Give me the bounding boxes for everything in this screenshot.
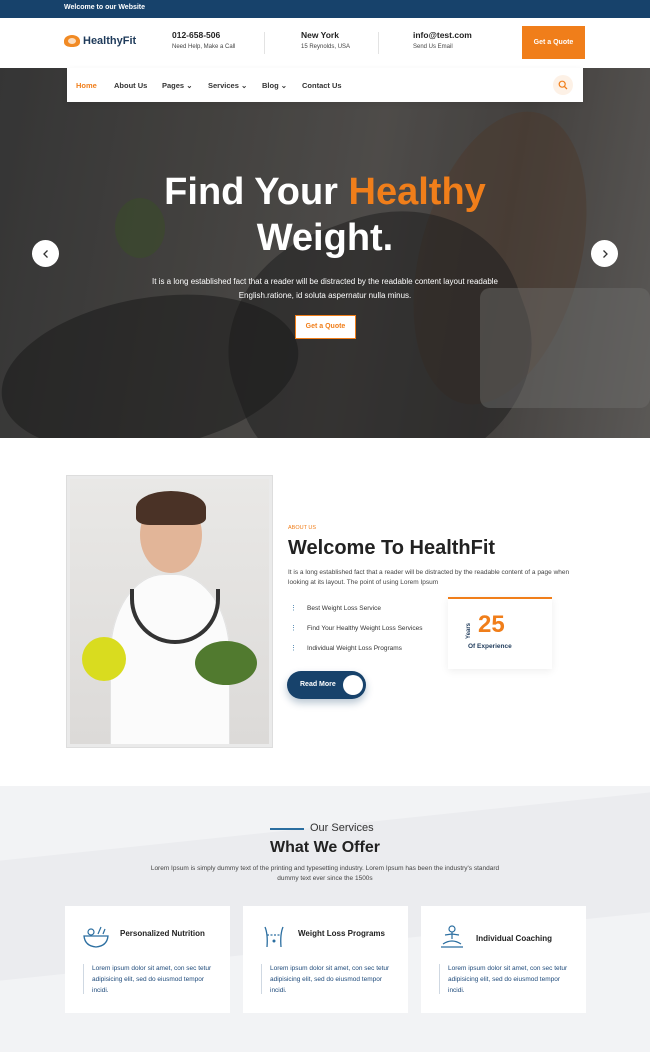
toggle-knob-icon — [343, 675, 363, 695]
service-card-text: Lorem ipsum dolor sit amet, con sec tetu… — [448, 965, 568, 994]
hero-title-line2: Weight. — [256, 217, 394, 259]
read-more-button[interactable]: Read More — [287, 671, 366, 699]
service-card[interactable]: Weight Loss Programs Lorem ipsum dolor s… — [243, 906, 408, 1013]
service-card-text: Lorem ipsum dolor sit amet, con sec tetu… — [92, 965, 212, 994]
nav-item-pages[interactable]: Pages ⌄ — [162, 81, 193, 90]
nutrition-icon — [83, 926, 109, 948]
services-tag: Our Services — [310, 822, 374, 834]
hero-title-line1: Find Your Healthy — [0, 170, 650, 214]
next-slide-button[interactable] — [591, 240, 618, 267]
chevron-down-icon: ⌄ — [280, 81, 288, 90]
divider — [378, 32, 379, 54]
hero-text: It is a long established fact that a rea… — [152, 277, 498, 300]
nav-item-home[interactable]: Home — [76, 81, 97, 90]
hero-quote-button[interactable]: Get a Quote — [295, 315, 356, 339]
topbar: Welcome to our Website — [0, 0, 650, 18]
services-text: Lorem Ipsum is simply dummy text of the … — [150, 865, 500, 882]
divider — [264, 32, 265, 54]
welcome-text: Welcome to our Website — [64, 4, 146, 11]
feature-label: Individual Weight Loss Programs — [307, 645, 402, 652]
feature-label: Best Weight Loss Service — [307, 605, 381, 612]
service-card-title: Personalized Nutrition — [120, 929, 205, 938]
about-title: Welcome To HealthFit — [288, 537, 496, 559]
coaching-icon — [441, 925, 463, 948]
email-caption: Send Us Email — [413, 44, 453, 50]
services-tag-line — [270, 828, 304, 830]
about-text: It is a long established fact that a rea… — [288, 569, 570, 586]
weight-loss-icon — [264, 926, 284, 948]
chevron-down-icon: ⌄ — [186, 81, 193, 90]
experience-years-label: Years — [466, 622, 472, 639]
chevron-down-icon: ⌄ — [240, 81, 248, 90]
doctor-hair — [136, 491, 206, 525]
service-card[interactable]: Personalized Nutrition Lorem ipsum dolor… — [65, 906, 230, 1013]
broccoli — [195, 641, 257, 685]
service-card-divider — [83, 964, 84, 994]
service-card[interactable]: Individual Coaching Lorem ipsum dolor si… — [421, 906, 586, 1013]
nav-item-contact-us[interactable]: Contact Us — [302, 81, 342, 90]
phone-info[interactable]: 012-658-506 Need Help, Make a Call — [172, 30, 235, 50]
location-info: New York 15 Reynolds, USA — [301, 30, 350, 50]
hero-title-highlight: Healthy — [348, 171, 486, 213]
services-title: What We Offer — [270, 839, 380, 856]
feature-item: ⋮ Best Weight Loss Service — [290, 605, 381, 612]
experience-box: Years 25 Of Experience — [448, 597, 552, 669]
check-icon: ⋮ — [290, 605, 297, 612]
service-card-divider — [439, 964, 440, 994]
header: HealthyFit 012-658-506 Need Help, Make a… — [0, 18, 650, 68]
service-card-divider — [261, 964, 262, 994]
service-card-text: Lorem ipsum dolor sit amet, con sec tetu… — [270, 965, 390, 994]
chevron-left-icon — [42, 249, 48, 258]
logo[interactable]: HealthyFit — [64, 35, 136, 47]
location-city: New York — [301, 30, 339, 40]
phone-caption: Need Help, Make a Call — [172, 44, 236, 50]
nav-item-about-us[interactable]: About Us — [114, 81, 147, 90]
doctor-photo-inner — [70, 479, 269, 744]
experience-number: 25 — [478, 611, 505, 638]
read-more-label: Read More — [300, 681, 336, 688]
prev-slide-button[interactable] — [32, 240, 59, 267]
nav-item-services[interactable]: Services ⌄ — [208, 81, 247, 90]
logo-text: HealthyFit — [83, 35, 137, 47]
check-icon: ⋮ — [290, 625, 297, 632]
email-address: info@test.com — [413, 30, 472, 40]
logo-icon — [64, 35, 80, 47]
feature-item: ⋮ Individual Weight Loss Programs — [290, 645, 402, 652]
search-button[interactable] — [553, 75, 573, 95]
get-quote-button[interactable]: Get a Quote — [522, 26, 585, 59]
service-card-title: Weight Loss Programs — [298, 929, 385, 938]
service-card-title: Individual Coaching — [476, 934, 553, 943]
location-address: 15 Reynolds, USA — [301, 44, 351, 50]
feature-item: ⋮ Find Your Healthy Weight Loss Services — [290, 625, 423, 632]
main-nav: Home About Us Pages ⌄ Services ⌄ Blog ⌄ … — [67, 68, 583, 102]
doctor-photo — [66, 475, 273, 748]
about-tag: ABOUT US — [288, 525, 317, 531]
search-icon — [558, 80, 568, 90]
email-info[interactable]: info@test.com Send Us Email — [413, 30, 472, 50]
chevron-right-icon — [602, 249, 608, 258]
check-icon: ⋮ — [290, 645, 297, 652]
hero-title-part: Find Your — [164, 171, 349, 213]
nav-item-label: Pages — [162, 81, 185, 90]
nav-item-label: Blog — [262, 81, 279, 90]
apple — [82, 637, 126, 681]
feature-label: Find Your Healthy Weight Loss Services — [307, 625, 423, 632]
nav-item-blog[interactable]: Blog ⌄ — [262, 81, 287, 90]
phone-number: 012-658-506 — [172, 30, 221, 40]
nav-item-label: Services — [208, 81, 239, 90]
experience-label: Of Experience — [468, 643, 512, 650]
